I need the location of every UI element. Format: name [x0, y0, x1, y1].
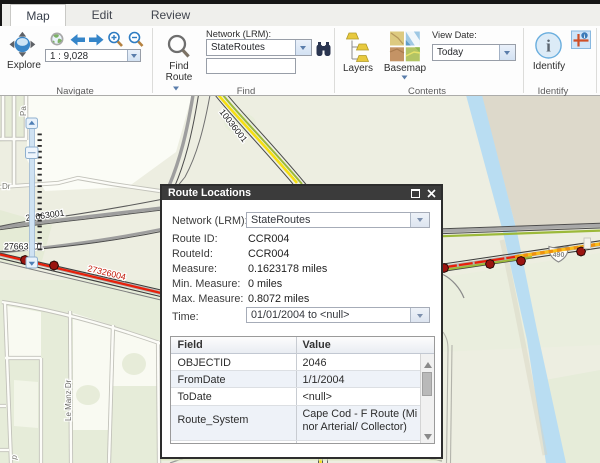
svg-text:Dr: Dr	[2, 182, 11, 191]
svg-text:27663101: 27663101	[4, 242, 43, 252]
svg-text:Le Manz Dr: Le Manz Dr	[64, 379, 73, 421]
svg-text:490: 490	[553, 252, 565, 259]
svg-text:Pa: Pa	[19, 106, 28, 116]
svg-text:i: i	[546, 37, 551, 56]
